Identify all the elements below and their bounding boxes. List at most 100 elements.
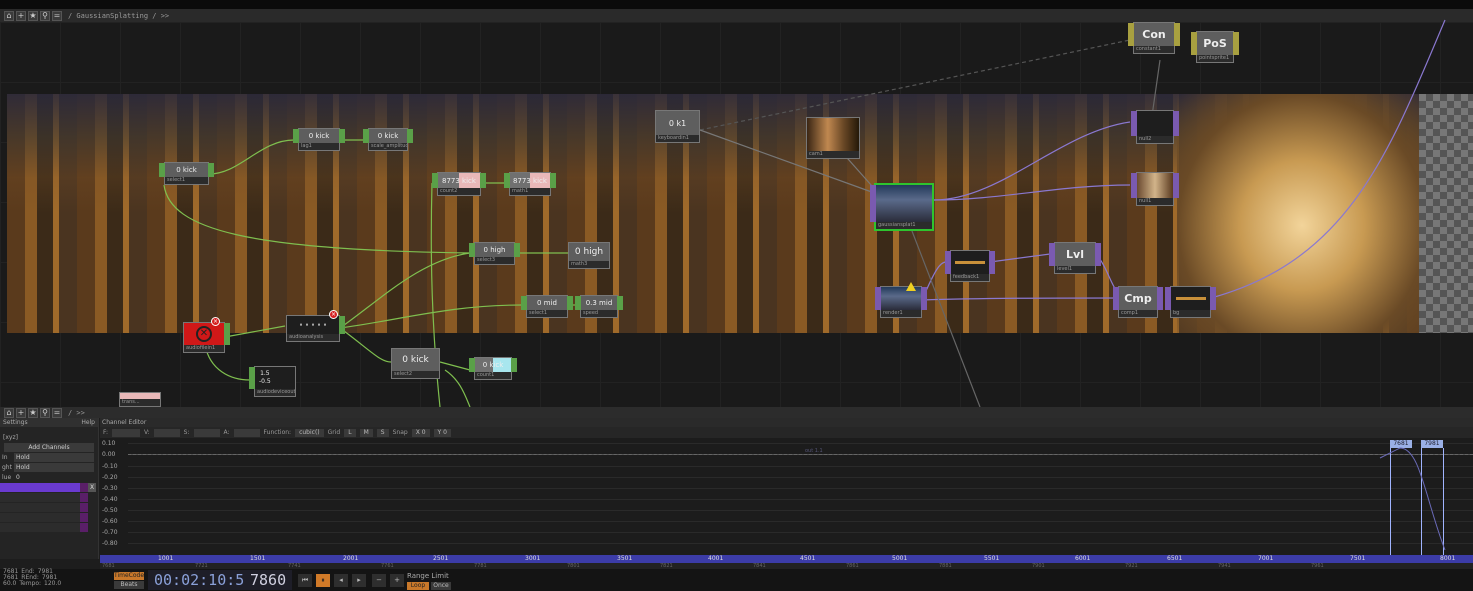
snap-y-field[interactable]: Y 0 [433, 428, 451, 437]
ruler-tick: 6001 [1075, 555, 1091, 562]
error-icon[interactable]: × [329, 310, 338, 319]
node-label: count2 [438, 188, 480, 195]
channel-row[interactable] [0, 503, 98, 512]
bg-preview [1171, 287, 1210, 310]
node-level1[interactable]: Lvl level1 [1049, 242, 1101, 274]
frame-ruler[interactable]: 1001 1501 2001 2501 3001 3501 4001 4501 … [100, 555, 1473, 563]
node-pointsprite1[interactable]: PoS pointsprite1 [1191, 31, 1239, 63]
v-field[interactable] [153, 428, 180, 437]
channel-row[interactable] [0, 523, 98, 532]
time-info-row: 60.0 Tempo: 120.0 [3, 581, 100, 587]
play-icon[interactable]: ▸ [352, 574, 366, 587]
channel-bar[interactable] [0, 513, 80, 522]
feedback-preview [951, 251, 989, 274]
step-back-icon[interactable]: ◂ [334, 574, 348, 587]
channel-row[interactable]: X [0, 483, 98, 492]
f-field[interactable] [112, 428, 141, 437]
node-label: count1 [475, 372, 511, 379]
rewind-icon[interactable]: ⏮ [298, 574, 312, 587]
node-label: math1 [510, 188, 550, 195]
frame-display[interactable]: 7860 [244, 570, 293, 590]
node-select3[interactable]: 0 high select3 [469, 242, 520, 265]
warning-icon[interactable] [906, 282, 916, 291]
search-icon[interactable]: ⚲ [40, 407, 50, 418]
node-feedback1[interactable]: feedback1 [945, 250, 995, 282]
close-icon[interactable]: X [88, 483, 96, 492]
node-comp1[interactable]: Cmp comp1 [1113, 286, 1163, 318]
channel-bar[interactable] [0, 483, 80, 492]
function-dropdown[interactable]: cubic() [295, 428, 324, 437]
node-label: select1 [165, 177, 208, 184]
node-gaussiansplat1[interactable]: gaussiansplat1 [870, 183, 934, 231]
timecode-button[interactable]: TimeCode [114, 572, 144, 580]
node-label: select3 [475, 257, 514, 264]
fps-value[interactable]: 60.0 [3, 581, 16, 587]
channel-graph[interactable]: 0.10 0.00 -0.10 -0.20 -0.30 -0.40 -0.50 … [100, 438, 1473, 555]
plus-icon[interactable]: + [16, 407, 26, 418]
channel-row[interactable] [0, 493, 98, 502]
channel-bar[interactable] [0, 493, 80, 502]
loop-button[interactable]: Loop [407, 582, 429, 590]
home-icon[interactable]: ⌂ [4, 407, 14, 418]
node-scale-amplitude1[interactable]: 0 kick scale_amplitude1 [363, 128, 413, 151]
field-value[interactable]: 0 [14, 473, 94, 482]
node-audiofilein1[interactable]: ✕ audiofilein1 [183, 322, 230, 353]
lower-path[interactable]: / >> [68, 409, 85, 417]
channel-bar[interactable] [0, 503, 80, 512]
value-field[interactable]: lue 0 [0, 473, 98, 482]
pause-icon[interactable]: ⏸ [316, 574, 330, 587]
node-cam1[interactable]: cam1 [806, 117, 860, 159]
settings-header: Settings Help [0, 418, 98, 427]
node-select-mid[interactable]: 0 mid select1 [521, 295, 573, 318]
node-count1[interactable]: 0 kick count1 [469, 357, 517, 380]
node-select2[interactable]: 0 kick select2 [391, 348, 440, 379]
field-key: In [2, 454, 8, 461]
node-label: null1 [1137, 198, 1173, 205]
node-audioanalysis[interactable]: ▪ ▪ ▪ ▪ ▪ audioanalysis [286, 315, 345, 342]
field-value[interactable]: Hold [14, 463, 94, 472]
plus-icon[interactable]: + [390, 574, 404, 587]
node-count2[interactable]: 8773 kick count2 [432, 172, 486, 196]
node-label: level1 [1055, 266, 1095, 273]
node-math1[interactable]: 8773 kick math1 [504, 172, 556, 196]
grid-s-button[interactable]: S [376, 428, 389, 437]
settings-label[interactable]: Settings [3, 418, 28, 427]
snap-x-field[interactable]: X 0 [411, 428, 430, 437]
function-label: Function: [263, 429, 292, 436]
once-button[interactable]: Once [431, 582, 451, 590]
error-icon[interactable]: × [211, 317, 220, 326]
grid-m-button[interactable]: M [359, 428, 373, 437]
channel-bar[interactable] [0, 523, 80, 532]
node-value: 0.3 mid [585, 299, 613, 307]
node-select1[interactable]: 0 kick select1 [159, 162, 214, 185]
help-label[interactable]: Help [81, 418, 95, 427]
network-editor[interactable]: ⌂ + ★ ⚲ = / GaussianSplatting / >> 0 kic… [0, 0, 1473, 407]
node-label: select2 [392, 371, 439, 378]
node-math3[interactable]: 0 high math3 [568, 242, 610, 269]
tempo-value[interactable]: 120.0 [44, 581, 61, 587]
minus-icon[interactable]: − [372, 574, 386, 587]
node-keyboardin1[interactable]: 0 k1 keyboardin1 [655, 110, 700, 143]
star-icon[interactable]: ★ [28, 407, 38, 418]
s-field[interactable] [193, 428, 220, 437]
node-null2[interactable]: null2 [1131, 110, 1179, 144]
beats-button[interactable]: Beats [114, 581, 144, 589]
extend-in-field[interactable]: In Hold [0, 453, 98, 462]
add-channels-button[interactable]: Add Channels [4, 443, 94, 452]
touchdesigner-window: ⌂ + ★ ⚲ = / GaussianSplatting / >> 0 kic… [0, 0, 1473, 591]
node-null1[interactable]: null1 [1131, 172, 1179, 206]
node-audiodeviceout2[interactable]: 1.5 -0.5 audiodeviceout2 [249, 366, 296, 397]
timecode-display[interactable]: 00:02:10:59 [148, 570, 260, 590]
ruler-tick: 4001 [708, 555, 724, 562]
node-partial-left[interactable]: trans... [119, 392, 161, 407]
node-constant1[interactable]: Con constant1 [1128, 22, 1180, 54]
field-value[interactable]: Hold [14, 453, 94, 462]
node-bg[interactable]: bg [1165, 286, 1216, 318]
a-field[interactable] [233, 428, 260, 437]
node-lag1[interactable]: 0 kick lag1 [293, 128, 345, 151]
channel-row[interactable] [0, 513, 98, 522]
grid-l-button[interactable]: L [344, 428, 356, 437]
node-speed[interactable]: 0.3 mid speed [575, 295, 623, 318]
extend-right-field[interactable]: ght Hold [0, 463, 98, 472]
minus-icon[interactable]: = [52, 407, 62, 418]
